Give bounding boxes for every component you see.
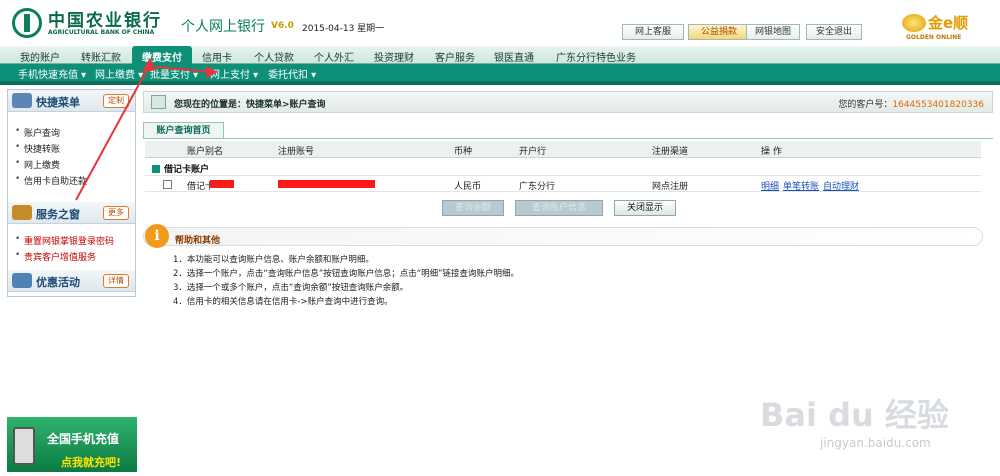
quick-menu-title: 快捷菜单 (36, 96, 80, 109)
phone-icon (13, 427, 35, 465)
nav-my-account[interactable]: 我的账户 (20, 49, 60, 64)
query-balance-button[interactable]: 查询余额 (442, 200, 504, 216)
watermark-text: Bai du 经验 (760, 396, 949, 434)
sidebar-item-online-payment[interactable]: 网上缴费 (15, 158, 60, 171)
group-label: 借记卡账户 (164, 165, 210, 175)
golden-online-logo: 金e顺 GOLDEN ONLINE (902, 12, 994, 42)
brand-text-en: GOLDEN ONLINE (906, 34, 962, 41)
service-window-icon (12, 205, 32, 220)
sidebar-item-credit-repay[interactable]: 信用卡自助还款 (15, 174, 87, 187)
table-header: 账户别名 注册账号 币种 开户行 注册渠道 操 作 (145, 141, 981, 158)
subnav-mobile-topup[interactable]: 手机快速充值 ▾ (18, 66, 86, 81)
row-currency: 人民币 (454, 182, 482, 192)
col-channel: 注册渠道 (652, 147, 689, 157)
coin-icon (902, 14, 926, 32)
row-operations: 明细 单笔转账 自动理财 (761, 179, 863, 192)
col-alias: 账户别名 (187, 147, 224, 157)
subnav-online-payment[interactable]: 网上缴费 ▾ (95, 66, 143, 81)
customer-no-value: 1644553401820336 (892, 100, 984, 110)
sub-nav: 手机快速充值 ▾ 网上缴费 ▾ 批量支付 ▾ 网上支付 ▾ 委托代扣 ▾ (0, 64, 1000, 81)
sidebar-item-quick-transfer[interactable]: 快捷转账 (15, 142, 60, 155)
redacted-alias (210, 180, 234, 188)
subnav-web-pay[interactable]: 网上支付 ▾ (210, 66, 258, 81)
info-icon: i (145, 224, 169, 248)
main-nav: 我的账户 转账汇款 缴费支付 信用卡 个人贷款 个人外汇 投资理财 客户服务 银… (0, 46, 1000, 65)
sidebar: 快捷菜单 定制 账户查询 快捷转账 网上缴费 信用卡自助还款 服务之窗 更多 重… (7, 89, 136, 297)
logout-button[interactable]: 安全退出 (806, 24, 862, 40)
row-branch: 广东分行 (519, 182, 556, 192)
help-line-2: 2．选择一个账户，点击“查询账户信息”按钮查询账户信息；点击“明细”链接查询账户… (173, 269, 520, 279)
details-button[interactable]: 详情 (103, 274, 129, 288)
service-title: 个人网上银行 (181, 19, 265, 35)
nav-transfer[interactable]: 转账汇款 (81, 49, 121, 64)
tab-divider (143, 138, 993, 139)
nav-divider (0, 81, 1000, 85)
quick-menu-icon (12, 93, 32, 108)
ad-line2: 点我就充吧! (61, 456, 122, 469)
promo-icon (12, 273, 32, 288)
subnav-deduction[interactable]: 委托代扣 ▾ (268, 66, 316, 81)
sidebar-item-reset-password[interactable]: 重置网银掌银登录密码 (15, 234, 114, 247)
help-line-4: 4．信用卡的相关信息请在信用卡->账户查询中进行查询。 (173, 297, 393, 307)
detail-link[interactable]: 明细 (761, 182, 779, 192)
table-row: 借记卡 人民币 广东分行 网点注册 明细 单笔转账 自动理财 (145, 175, 981, 192)
location-icon (151, 95, 166, 109)
nav-guangdong[interactable]: 广东分行特色业务 (556, 49, 636, 64)
nav-credit-card[interactable]: 信用卡 (202, 49, 232, 64)
nav-medical[interactable]: 银医直通 (494, 49, 534, 64)
collapse-icon[interactable] (152, 165, 160, 173)
breadcrumb: 您现在的位置是：快捷菜单>账户查询 您的客户号：1644553401820336 (143, 91, 993, 113)
mobile-topup-ad[interactable]: 全国手机充值 点我就充吧! (7, 417, 137, 472)
row-channel: 网点注册 (652, 182, 689, 192)
nav-forex[interactable]: 个人外汇 (314, 49, 354, 64)
customer-number: 您的客户号：1644553401820336 (838, 97, 984, 110)
promo-header: 优惠活动 详情 (8, 270, 135, 292)
subnav-batch-payment[interactable]: 批量支付 ▾ (150, 66, 198, 81)
redacted-account (278, 180, 375, 188)
bank-map-button[interactable]: 网银地图 (746, 24, 800, 40)
nav-customer-service[interactable]: 客户服务 (435, 49, 475, 64)
group-debit-card[interactable]: 借记卡账户 (152, 162, 209, 175)
nav-payment[interactable]: 缴费支付 (132, 46, 192, 65)
bank-name-en: AGRICULTURAL BANK OF CHINA (48, 29, 155, 36)
close-display-button[interactable]: 关闭显示 (614, 200, 676, 216)
help-line-3: 3．选择一个或多个账户，点击“查询余额”按钮查询账户余额。 (173, 283, 409, 293)
customer-label: 您的客户号： (838, 100, 893, 110)
help-header: i 帮助和其他 (143, 224, 983, 248)
nav-investment[interactable]: 投资理财 (374, 49, 414, 64)
version-label: V6.0 (271, 21, 294, 31)
query-account-info-button[interactable]: 查询账户信息 (515, 200, 603, 216)
more-button[interactable]: 更多 (103, 206, 129, 220)
service-window-title: 服务之窗 (36, 208, 80, 221)
bank-logo-icon (12, 8, 42, 38)
current-date: 2015-04-13 星期一 (302, 24, 385, 34)
promo-title: 优惠活动 (36, 276, 80, 289)
single-transfer-link[interactable]: 单笔转账 (783, 182, 819, 192)
quick-menu-header: 快捷菜单 定制 (8, 90, 135, 112)
col-branch: 开户行 (519, 147, 547, 157)
bank-name: 中国农业银行 (48, 11, 162, 31)
auto-finance-link[interactable]: 自动理财 (823, 182, 859, 192)
ad-line1: 全国手机充值 (47, 432, 120, 446)
online-support-button[interactable]: 网上客服 (622, 24, 684, 40)
nav-personal-loan[interactable]: 个人贷款 (254, 49, 294, 64)
customize-button[interactable]: 定制 (103, 94, 129, 108)
help-line-1: 1．本功能可以查询账户信息、账户余额和账户明细。 (173, 255, 374, 265)
help-title: 帮助和其他 (175, 236, 221, 246)
sidebar-item-account-query[interactable]: 账户查询 (15, 126, 60, 139)
charity-donation-button[interactable]: 公益捐款 (688, 24, 750, 40)
col-currency: 币种 (454, 147, 473, 157)
col-operations: 操 作 (761, 147, 782, 157)
breadcrumb-text: 您现在的位置是：快捷菜单>账户查询 (174, 100, 326, 110)
brand-text: 金e顺 (928, 14, 969, 32)
account-checkbox[interactable] (163, 180, 172, 189)
col-account-no: 注册账号 (278, 147, 315, 157)
watermark-url: jingyan.baidu.com (820, 436, 931, 450)
tab-account-query-home[interactable]: 账户查询首页 (143, 122, 224, 139)
baidu-watermark: Bai du 经验 jingyan.baidu.com (760, 390, 988, 460)
service-window-header: 服务之窗 更多 (8, 202, 135, 224)
header: 中国农业银行 AGRICULTURAL BANK OF CHINA 个人网上银行… (0, 0, 1000, 46)
sidebar-item-vip-service[interactable]: 贵宾客户增值服务 (15, 250, 96, 263)
